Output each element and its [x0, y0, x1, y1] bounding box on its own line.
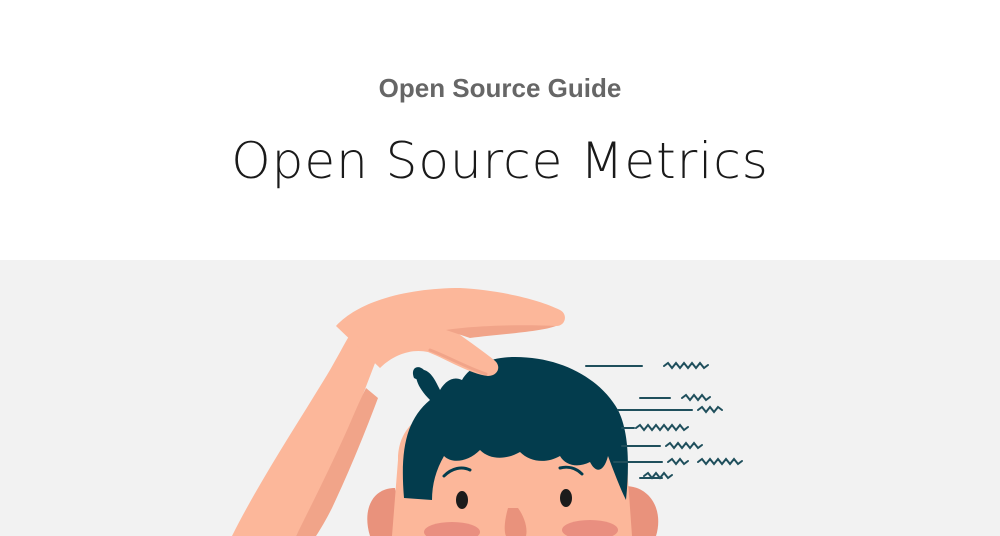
- hero-illustration-area: [0, 260, 1000, 536]
- page-header: Open Source Guide Open Source Metrics: [0, 0, 1000, 260]
- right-eye: [560, 489, 572, 507]
- page: Open Source Guide Open Source Metrics: [0, 0, 1000, 536]
- page-title: Open Source Metrics: [231, 132, 769, 190]
- illustration-svg: [232, 288, 743, 536]
- guide-label: Open Source Guide: [378, 73, 622, 103]
- left-eye: [456, 491, 468, 509]
